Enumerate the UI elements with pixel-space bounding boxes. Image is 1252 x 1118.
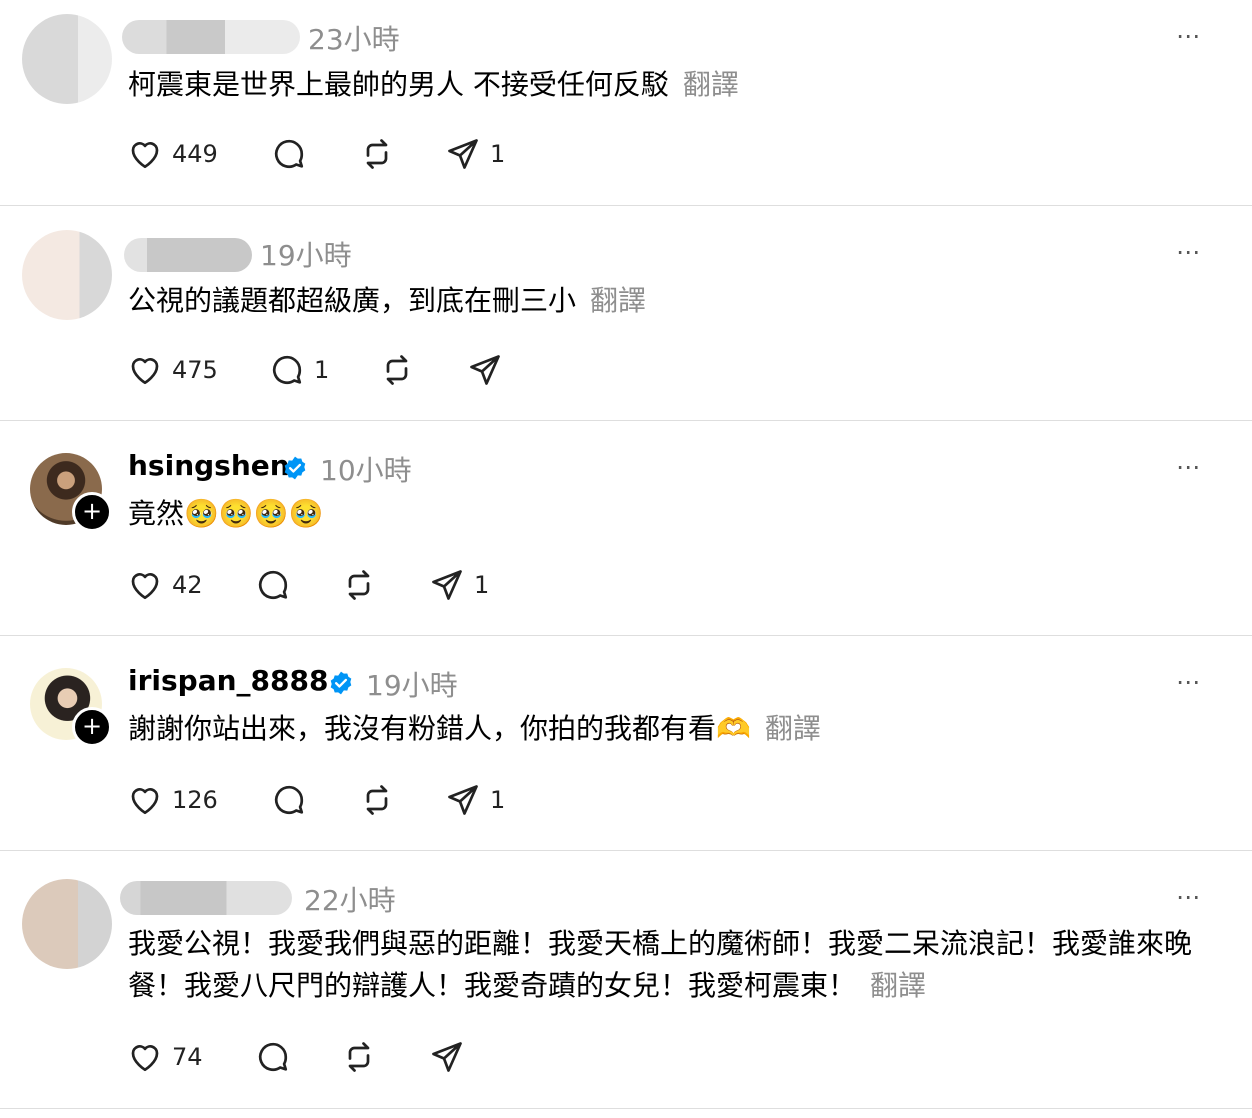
comment-icon [258,1042,288,1072]
repost-button[interactable] [378,352,416,388]
username[interactable]: irispan_8888 [128,664,328,697]
more-options-icon[interactable]: ⋯ [1176,453,1201,481]
username-blurred[interactable] [120,881,292,915]
avatar[interactable] [22,879,112,969]
share-button[interactable]: 1 [428,567,489,603]
heart-icon [131,573,159,600]
translate-link[interactable]: 翻譯 [683,68,739,101]
post-body: 公視的議題都超級廣，到底在刪三小 [128,284,577,317]
like-count: 74 [172,1043,203,1071]
more-options-icon[interactable]: ⋯ [1176,883,1201,911]
like-button[interactable]: 475 [126,352,218,388]
share-count: 1 [474,571,490,599]
repost-button[interactable] [358,782,396,818]
username-blurred[interactable] [124,238,252,272]
like-count: 475 [172,356,218,384]
post-text: 竟然🥹🥹🥹🥹 [128,493,323,535]
post-divider [0,1108,1252,1109]
repost-icon [366,785,388,815]
reply-button[interactable] [270,136,308,172]
reply-post: + irispan_8888 19小時 ⋯ 謝謝你站出來，我沒有粉錯人，你拍的我… [0,636,1252,851]
repost-button[interactable] [340,1039,378,1075]
repost-icon [366,139,388,169]
send-icon [448,139,478,169]
share-button[interactable] [466,352,504,388]
follow-plus-icon[interactable]: + [72,492,112,532]
reply-button[interactable] [270,782,308,818]
comment-icon [272,355,302,385]
send-icon [432,1042,462,1072]
post-time: 22小時 [304,884,396,917]
more-options-icon[interactable]: ⋯ [1176,22,1201,50]
reply-post: 23小時 ⋯ 柯震東是世界上最帥的男人 不接受任何反駁 翻譯 449 1 [0,0,1252,206]
share-button[interactable] [428,1039,466,1075]
reply-button[interactable]: 1 [268,352,329,388]
post-time: 23小時 [308,23,400,56]
share-count: 1 [490,140,506,168]
heart-icon [131,142,159,169]
heart-icon [131,1045,159,1072]
more-options-icon[interactable]: ⋯ [1176,668,1201,696]
send-icon [432,570,462,600]
post-text: 公視的議題都超級廣，到底在刪三小 翻譯 [128,280,646,322]
like-count: 126 [172,786,218,814]
translate-link[interactable]: 翻譯 [765,712,821,745]
avatar[interactable] [22,230,112,320]
reply-post: 22小時 ⋯ 我愛公視！我愛我們與惡的距離！我愛天橋上的魔術師！我愛二呆流浪記！… [0,851,1252,1109]
reply-post: + hsingshen 10小時 ⋯ 竟然🥹🥹🥹🥹 42 1 [0,421,1252,636]
comment-icon [274,785,304,815]
verified-badge-icon [284,456,306,480]
post-text: 謝謝你站出來，我沒有粉錯人，你拍的我都有看🫶 翻譯 [128,708,821,750]
post-body: 柯震東是世界上最帥的男人 不接受任何反駁 [128,68,669,101]
share-button[interactable]: 1 [444,782,505,818]
like-button[interactable]: 449 [126,136,218,172]
repost-icon [348,1042,370,1072]
reply-button[interactable] [254,567,292,603]
post-time: 19小時 [366,669,458,702]
avatar[interactable] [22,14,112,104]
like-count: 449 [172,140,218,168]
like-button[interactable]: 74 [126,1039,203,1075]
post-body: 我愛公視！我愛我們與惡的距離！我愛天橋上的魔術師！我愛二呆流浪記！我愛誰來晚餐！… [128,927,1193,1002]
heart-icon [131,358,159,385]
username[interactable]: hsingshen [128,449,290,482]
repost-icon [348,570,370,600]
repost-icon [386,355,408,385]
reply-count: 1 [314,356,330,384]
comment-icon [258,570,288,600]
heart-icon [131,788,159,815]
verified-badge-icon [330,671,352,695]
reply-post: 19小時 ⋯ 公視的議題都超級廣，到底在刪三小 翻譯 475 1 [0,206,1252,421]
share-button[interactable]: 1 [444,136,505,172]
like-button[interactable]: 42 [126,567,203,603]
reply-button[interactable] [254,1039,292,1075]
like-button[interactable]: 126 [126,782,218,818]
share-count: 1 [490,786,506,814]
post-time: 10小時 [320,454,412,487]
translate-link[interactable]: 翻譯 [590,284,646,317]
post-body: 謝謝你站出來，我沒有粉錯人，你拍的我都有看🫶 [128,712,751,745]
post-time: 19小時 [260,239,352,272]
post-text: 我愛公視！我愛我們與惡的距離！我愛天橋上的魔術師！我愛二呆流浪記！我愛誰來晚餐！… [128,923,1218,1007]
more-options-icon[interactable]: ⋯ [1176,238,1201,266]
send-icon [448,785,478,815]
post-text: 柯震東是世界上最帥的男人 不接受任何反駁 翻譯 [128,64,739,106]
comment-icon [274,139,304,169]
repost-button[interactable] [340,567,378,603]
follow-plus-icon[interactable]: + [72,707,112,747]
translate-link[interactable]: 翻譯 [870,969,926,1002]
like-count: 42 [172,571,203,599]
username-blurred[interactable] [122,20,300,54]
send-icon [470,355,500,385]
repost-button[interactable] [358,136,396,172]
post-body: 竟然🥹🥹🥹🥹 [128,497,324,530]
